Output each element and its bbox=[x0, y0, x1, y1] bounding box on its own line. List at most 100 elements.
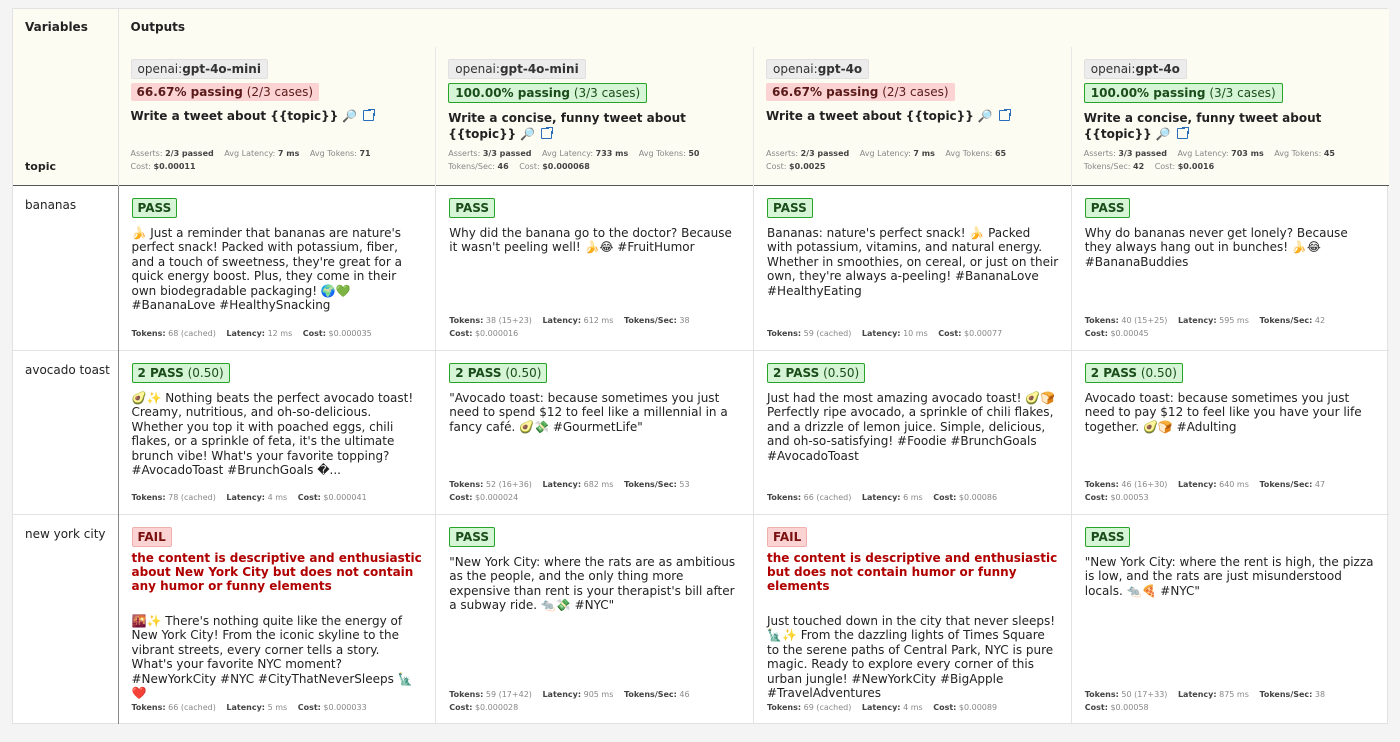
tokens-stat-label: Tokens: bbox=[767, 703, 802, 712]
cost-stat-label: Cost: bbox=[297, 703, 321, 712]
tokens-per-sec-stat-label: Tokens/Sec: bbox=[1083, 161, 1131, 171]
cost-stat-label: Cost: bbox=[297, 492, 321, 502]
tokens-stat: Tokens: 50 (17+33) bbox=[1085, 690, 1168, 699]
magnifier-icon[interactable]: 🔎 bbox=[978, 109, 993, 123]
output-cell-content: PASS Bananas: nature's perfect snack! 🍌 P… bbox=[754, 186, 1071, 299]
output-cell-content: PASS 🍌 Just a reminder that bananas are n… bbox=[119, 186, 436, 314]
cost-stat-label: Cost: bbox=[449, 328, 473, 338]
cost-stat: Cost: $0.000028 bbox=[449, 703, 518, 712]
provider-badges: openai:gpt-4o 100.00% passing (3/3 cases)… bbox=[1072, 47, 1389, 142]
avg-tokens-stat: Avg Tokens: 45 bbox=[1274, 149, 1335, 158]
avg-tokens-stat-value: 65 bbox=[994, 148, 1007, 158]
provider-header-cell: openai:gpt-4o-mini 66.67% passing (2/3 ca… bbox=[117, 47, 436, 185]
output-cell[interactable]: 2 PASS (0.50) Avocado toast: because some… bbox=[1070, 349, 1389, 514]
latency-stat-value: 640 ms bbox=[1219, 479, 1249, 489]
pass-rate-badge: 100.00% passing (3/3 cases) bbox=[448, 83, 648, 103]
external-link-icon[interactable] bbox=[363, 108, 377, 121]
external-link-icon[interactable] bbox=[998, 108, 1012, 121]
output-cell[interactable]: PASS Why did the banana go to the doctor?… bbox=[435, 184, 754, 350]
output-text: "Avocado toast: because sometimes you ju… bbox=[449, 390, 732, 434]
pass-badge: PASS bbox=[1084, 197, 1131, 218]
fail-badge: FAIL bbox=[767, 526, 808, 547]
provider-label: openai:gpt-4o bbox=[1083, 59, 1187, 79]
magnifier-icon[interactable]: 🔎 bbox=[1156, 127, 1171, 141]
output-text: 🍌 Just a reminder that bananas are natur… bbox=[131, 225, 406, 313]
external-link-icon[interactable] bbox=[541, 126, 555, 139]
output-text: Bananas: nature's perfect snack! 🍌 Packe… bbox=[767, 225, 1063, 298]
provider-model: gpt-4o-mini bbox=[499, 62, 579, 76]
prompt-text: Write a concise, funny tweet about {{top… bbox=[1083, 111, 1322, 141]
provider-badges: openai:gpt-4o 66.67% passing (2/3 cases) W… bbox=[754, 47, 1071, 124]
output-cell[interactable]: FAIL the content is descriptive and enthu… bbox=[753, 513, 1072, 724]
tokens-per-sec-stat-value: 42 bbox=[1133, 161, 1145, 171]
output-cell[interactable]: 2 PASS (0.50) 🥑✨ Nothing beats the perfec… bbox=[117, 349, 436, 514]
tokens-stat-label: Tokens: bbox=[767, 328, 802, 338]
tokens-stat-value: 40 (15+25) bbox=[1121, 315, 1168, 325]
output-cell[interactable]: 2 PASS (0.50) Just had the most amazing a… bbox=[753, 349, 1072, 514]
topic-column-label[interactable]: topic bbox=[25, 160, 56, 173]
output-text: Why did the banana go to the doctor? Bec… bbox=[449, 225, 736, 255]
tokens-per-sec-stat-value: 46 bbox=[497, 161, 509, 171]
output-cell[interactable]: PASS "New York City: where the rent is hi… bbox=[1070, 513, 1389, 724]
fail-badge: FAIL bbox=[131, 526, 172, 547]
tokens-per-sec-stat-value: 46 bbox=[679, 690, 690, 699]
avg-latency-stat-label: Avg Latency: bbox=[224, 148, 276, 158]
avg-latency-stat-value: 703 ms bbox=[1231, 148, 1264, 158]
output-cell[interactable]: PASS "New York City: where the rats are a… bbox=[435, 513, 754, 724]
tokens-per-sec-stat-label: Tokens/Sec: bbox=[448, 161, 495, 171]
badge-status: PASS bbox=[1090, 529, 1125, 544]
avg-latency-stat-value: 7 ms bbox=[277, 148, 300, 158]
latency-stat-label: Latency: bbox=[542, 690, 582, 699]
provider-stats: Asserts: 3/3 passed Avg Latency: 703 ms … bbox=[1084, 147, 1379, 173]
cost-stat: Cost: $0.00011 bbox=[131, 162, 196, 171]
output-cell[interactable]: FAIL the content is descriptive and enthu… bbox=[117, 513, 436, 724]
avg-tokens-stat-label: Avg Tokens: bbox=[945, 148, 993, 158]
output-cell[interactable]: PASS Why do bananas never get lonely? Bec… bbox=[1070, 184, 1389, 350]
asserts-stat-value: 2/3 passed bbox=[800, 148, 850, 158]
magnifier-icon[interactable]: 🔎 bbox=[520, 127, 535, 141]
cost-stat-label: Cost: bbox=[766, 161, 787, 171]
tokens-per-sec-stat-value: 47 bbox=[1314, 479, 1326, 489]
tokens-per-sec-stat: Tokens/Sec: 46 bbox=[624, 690, 690, 699]
cost-stat-label: Cost: bbox=[938, 328, 962, 338]
tokens-stat-value: 59 (17+42) bbox=[485, 690, 532, 699]
output-cell[interactable]: 2 PASS (0.50) "Avocado toast: because som… bbox=[435, 349, 754, 514]
output-cell[interactable]: PASS Bananas: nature's perfect snack! 🍌 P… bbox=[753, 184, 1072, 350]
magnifier-icon[interactable]: 🔎 bbox=[342, 109, 357, 123]
provider-model: gpt-4o bbox=[1135, 62, 1180, 76]
cost-stat: Cost: $0.00086 bbox=[933, 493, 997, 502]
avg-tokens-stat: Avg Tokens: 65 bbox=[945, 149, 1006, 158]
latency-stat-label: Latency: bbox=[1177, 479, 1217, 489]
pass-badge: PASS bbox=[131, 197, 178, 218]
asserts-stat: Asserts: 2/3 passed bbox=[131, 149, 214, 158]
output-stats: Tokens: 69 (cached) Latency: 4 ms Cost: … bbox=[767, 701, 1061, 714]
pass-rate-percent: 66.67% passing bbox=[772, 85, 879, 99]
asserts-stat: Asserts: 3/3 passed bbox=[1084, 149, 1167, 158]
external-link-icon[interactable] bbox=[1176, 126, 1190, 139]
output-cell[interactable]: PASS 🍌 Just a reminder that bananas are n… bbox=[117, 184, 436, 350]
tokens-stat: Tokens: 59 (17+42) bbox=[449, 690, 532, 699]
latency-stat-label: Latency: bbox=[226, 703, 266, 712]
badge-score: (0.50) bbox=[505, 365, 542, 380]
latency-stat-value: 595 ms bbox=[1219, 315, 1249, 325]
provider-prefix: openai: bbox=[137, 62, 183, 76]
tokens-stat-label: Tokens: bbox=[1084, 479, 1119, 489]
latency-stat-label: Latency: bbox=[861, 328, 901, 338]
latency-stat: Latency: 595 ms bbox=[1178, 316, 1249, 325]
pass-badge: PASS bbox=[767, 197, 813, 218]
pass-badge: PASS bbox=[449, 526, 495, 547]
avg-tokens-stat: Avg Tokens: 71 bbox=[310, 149, 371, 158]
tokens-per-sec-stat-label: Tokens/Sec: bbox=[623, 315, 677, 325]
badge-status: PASS bbox=[137, 200, 172, 215]
cost-stat-label: Cost: bbox=[449, 703, 473, 712]
provider-badges: openai:gpt-4o-mini 66.67% passing (2/3 ca… bbox=[119, 47, 436, 124]
cost-stat: Cost: $0.000033 bbox=[298, 703, 367, 712]
pass-rate-badge: 66.67% passing (2/3 cases) bbox=[130, 83, 320, 101]
tokens-per-sec-stat: Tokens/Sec: 46 bbox=[448, 162, 508, 171]
provider-model: gpt-4o bbox=[817, 62, 863, 76]
avg-latency-stat: Avg Latency: 7 ms bbox=[224, 149, 299, 158]
tokens-stat-value: 59 (cached) bbox=[803, 328, 852, 338]
avg-tokens-stat-label: Avg Tokens: bbox=[1274, 148, 1322, 158]
cost-stat-value: $0.00053 bbox=[1110, 492, 1149, 502]
output-stats: Tokens: 78 (cached) Latency: 4 ms Cost: … bbox=[132, 491, 426, 504]
